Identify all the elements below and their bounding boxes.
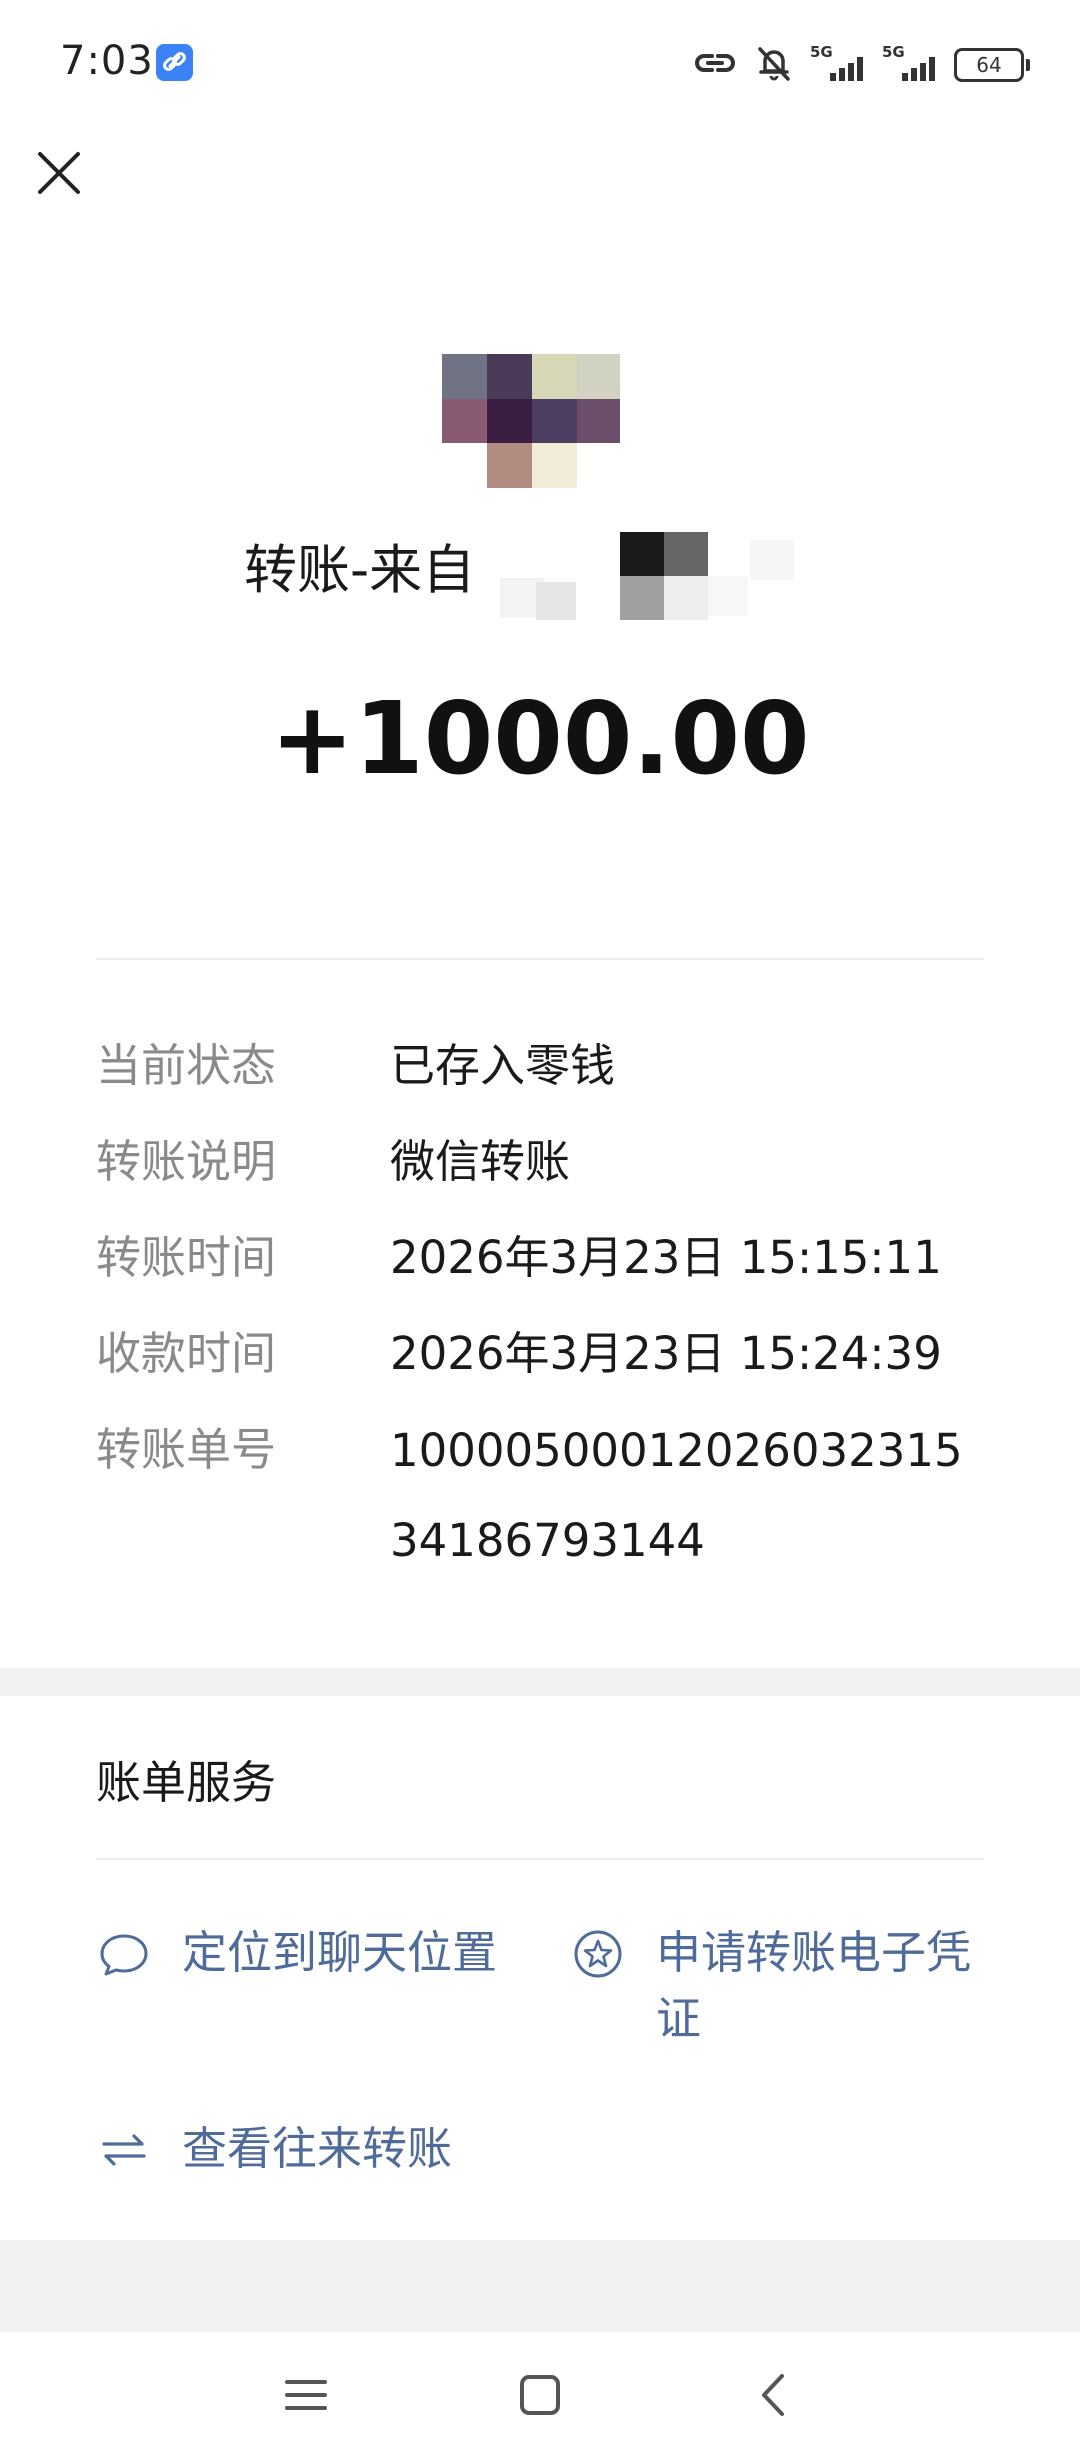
view-transfers-link[interactable]: 查看往来转账 [96,2116,452,2182]
close-icon [38,152,80,194]
detail-row-receive-time: 收款时间 2026年3月23日 15:24:39 [96,1328,996,1380]
close-button[interactable] [34,148,84,198]
detail-row-order-number: 转账单号 1000050001202603231534186793144 [96,1424,996,1586]
apply-voucher-label: 申请转账电子凭证 [656,1926,972,2045]
status-bar: 7:03 5G 5G 64 [0,0,1080,130]
recent-apps-button[interactable] [271,2360,341,2430]
link-app-icon [156,44,193,81]
page-bottom-area [0,2240,1080,2332]
detail-label: 收款时间 [96,1327,277,1380]
services-title: 账单服务 [96,1756,277,1809]
detail-label: 转账时间 [96,1231,277,1284]
detail-label: 转账单号 [96,1423,277,1476]
status-time: 7:03 [60,38,154,84]
home-button[interactable] [505,2360,575,2430]
detail-value: 微信转账 [390,1135,571,1188]
detail-value: 2026年3月23日 15:24:39 [390,1327,942,1380]
signal-icon: 5G [882,43,940,85]
divider [96,1858,984,1860]
transfer-detail-page: 7:03 5G 5G 64 转账-来自 +1000.00 当前状态 已存入零钱 … [0,0,1080,2460]
star-badge-icon [574,1930,622,1978]
status-icons: 5G 5G 64 [692,40,1030,90]
system-nav-bar [0,2332,1080,2460]
locate-chat-label: 定位到聊天位置 [182,1926,498,1979]
back-icon [762,2374,784,2416]
detail-value: 已存入零钱 [390,1039,616,1092]
transfer-amount: +1000.00 [270,680,810,797]
network-type-1: 5G [810,43,833,61]
link-icon [692,43,738,87]
detail-row-transfer-time: 转账时间 2026年3月23日 15:15:11 [96,1232,996,1284]
view-transfers-label: 查看往来转账 [182,2122,453,2175]
battery-icon: 64 [954,48,1030,82]
network-type-2: 5G [882,43,905,61]
locate-chat-link[interactable]: 定位到聊天位置 [96,1920,497,1986]
signal-icon: 5G [810,43,868,85]
sender-name-mosaic [500,530,860,620]
detail-value: 2026年3月23日 15:15:11 [390,1231,942,1284]
chat-bubble-icon [100,1934,148,1976]
sender-avatar [442,354,620,488]
detail-row-status: 当前状态 已存入零钱 [96,1040,996,1092]
divider [96,958,984,960]
detail-row-description: 转账说明 微信转账 [96,1136,996,1188]
order-number-value[interactable]: 1000050001202603231534186793144 [390,1406,990,1586]
swap-arrows-icon [102,2134,146,2166]
transfer-details: 当前状态 已存入零钱 转账说明 微信转账 转账时间 2026年3月23日 15:… [96,1040,996,1630]
back-button[interactable] [740,2360,810,2430]
menu-icon [285,2380,327,2410]
detail-label: 当前状态 [96,1039,277,1092]
detail-label: 转账说明 [96,1135,277,1188]
transfer-title: 转账-来自 [244,540,476,601]
apply-voucher-link[interactable]: 申请转账电子凭证 [570,1920,990,2052]
home-icon [520,2375,560,2415]
mute-icon [752,41,796,89]
section-separator [0,1668,1080,1696]
